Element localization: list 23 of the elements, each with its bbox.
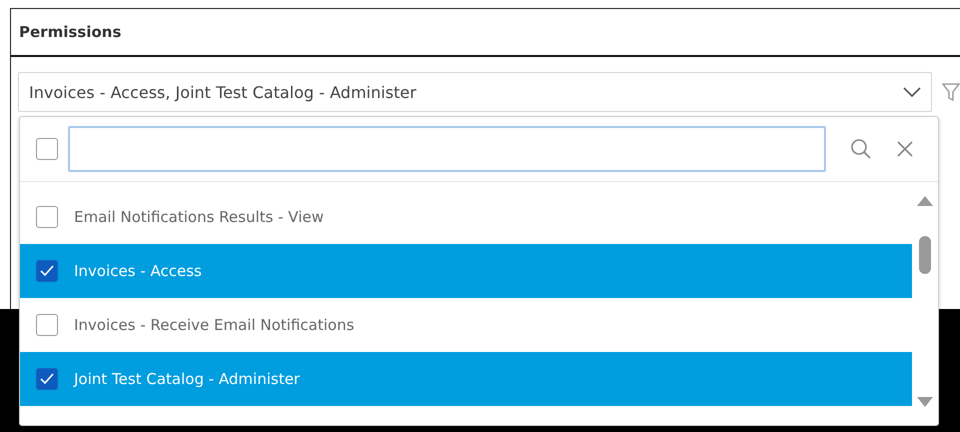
scrollbar-thumb[interactable]	[919, 236, 931, 274]
option-row[interactable]: Joint Test Catalog - Administer	[20, 352, 912, 406]
check-icon	[40, 373, 54, 385]
check-icon	[40, 265, 54, 277]
option-label: Invoices - Access	[74, 262, 202, 280]
scroll-up-icon[interactable]	[917, 196, 933, 206]
option-label: Joint Test Catalog - Administer	[74, 370, 300, 388]
option-checkbox[interactable]	[36, 314, 58, 336]
panel-title: Permissions	[19, 23, 122, 41]
option-checkbox[interactable]	[36, 368, 58, 390]
filter-icon[interactable]	[942, 82, 960, 102]
option-checkbox[interactable]	[36, 260, 58, 282]
option-row[interactable]: Invoices - Access	[20, 244, 912, 298]
option-checkbox[interactable]	[36, 206, 58, 228]
select-all-checkbox[interactable]	[36, 138, 58, 160]
search-field[interactable]	[68, 126, 826, 172]
option-label: Email Notifications Results - View	[74, 208, 324, 226]
scroll-down-icon[interactable]	[917, 397, 933, 407]
search-icon[interactable]	[850, 138, 872, 160]
chevron-icon	[903, 87, 922, 97]
permissions-select[interactable]: Invoices - Access, Joint Test Catalog - Administer	[18, 72, 932, 112]
option-label: Invoices - Receive Email Notifications	[74, 316, 354, 334]
close-icon[interactable]	[896, 140, 914, 158]
